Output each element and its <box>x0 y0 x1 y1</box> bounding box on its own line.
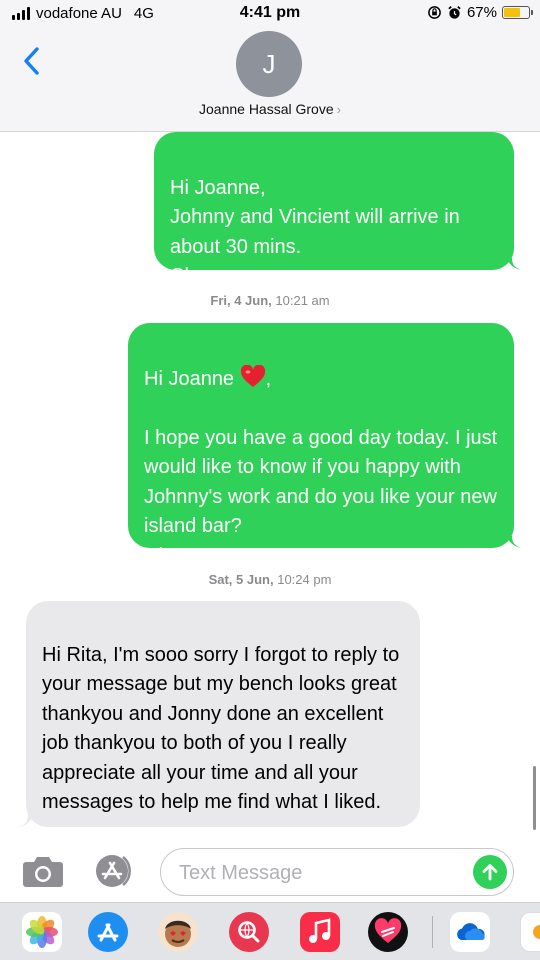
partial-app-icon[interactable] <box>520 912 540 952</box>
search-web-icon[interactable] <box>229 912 269 952</box>
message-timestamp: Sat, 5 Jun, 10:24 pm <box>0 572 540 587</box>
timestamp-time: 10:21 am <box>275 293 330 308</box>
battery-icon <box>502 6 533 19</box>
timestamp-day: Sat, 5 Jun, <box>208 572 274 587</box>
sent-message-bubble[interactable]: Hi Joanne, Johnny and Vincient will arri… <box>154 132 514 287</box>
bubble-tail <box>18 813 34 827</box>
heart-app-icon[interactable] <box>368 912 408 952</box>
arrow-up-icon <box>482 864 498 881</box>
status-right: 67% <box>427 4 533 21</box>
timestamp-day: Fri, 4 Jun, <box>210 293 272 308</box>
message-input-placeholder: Text Message <box>179 862 303 884</box>
compose-bar: Text Message <box>0 840 540 902</box>
camera-icon[interactable] <box>22 854 64 888</box>
bubble-tail <box>506 534 522 548</box>
sent-message-bubble[interactable]: Hi Joanne , I hope you have a good day t… <box>128 323 514 596</box>
received-message-bubble[interactable]: Hi Rita, I'm sooo sorry I forgot to repl… <box>26 601 420 827</box>
alarm-icon <box>448 6 461 19</box>
back-chevron-icon[interactable] <box>18 44 48 78</box>
app-store-icon[interactable] <box>88 912 128 952</box>
message-text: Hi Rita, I'm sooo sorry I forgot to repl… <box>42 643 400 814</box>
message-text-start: Hi Joanne <box>144 367 240 390</box>
conversation-header: J Joanne Hassal Grove › <box>0 28 540 132</box>
app-drawer <box>0 902 540 960</box>
photos-icon[interactable] <box>22 912 62 952</box>
battery-percent: 67% <box>466 4 497 21</box>
drawer-divider <box>432 916 433 948</box>
message-timestamp: Fri, 4 Jun, 10:21 am <box>0 293 540 308</box>
chevron-right-icon: › <box>336 102 341 117</box>
app-store-icon[interactable] <box>92 854 138 888</box>
memoji-icon[interactable] <box>158 912 198 952</box>
message-list[interactable]: Hi Joanne, Johnny and Vincient will arri… <box>0 132 540 840</box>
contact-name: Joanne Hassal Grove <box>199 101 334 117</box>
contact-name-button[interactable]: Joanne Hassal Grove › <box>0 101 540 117</box>
rotation-lock-icon <box>428 6 441 19</box>
contact-avatar[interactable]: J <box>236 31 302 97</box>
avatar-initial: J <box>262 48 276 79</box>
message-text: I hope you have a good day today. I just… <box>144 426 498 597</box>
onedrive-icon[interactable] <box>450 912 490 952</box>
message-text-comma: , <box>265 367 272 390</box>
timestamp-time: 10:24 pm <box>277 572 332 587</box>
send-button[interactable] <box>473 855 507 889</box>
music-icon[interactable] <box>300 912 340 952</box>
message-first-line: Hi Joanne , <box>144 364 498 395</box>
scroll-indicator[interactable] <box>533 766 536 830</box>
status-bar: vodafone AU 4G 4:41 pm 67% <box>0 0 540 28</box>
message-text: Hi Joanne, Johnny and Vincient will arri… <box>170 176 460 288</box>
message-input[interactable]: Text Message <box>160 848 514 896</box>
bubble-tail <box>506 256 522 270</box>
red-heart-icon <box>240 364 265 387</box>
